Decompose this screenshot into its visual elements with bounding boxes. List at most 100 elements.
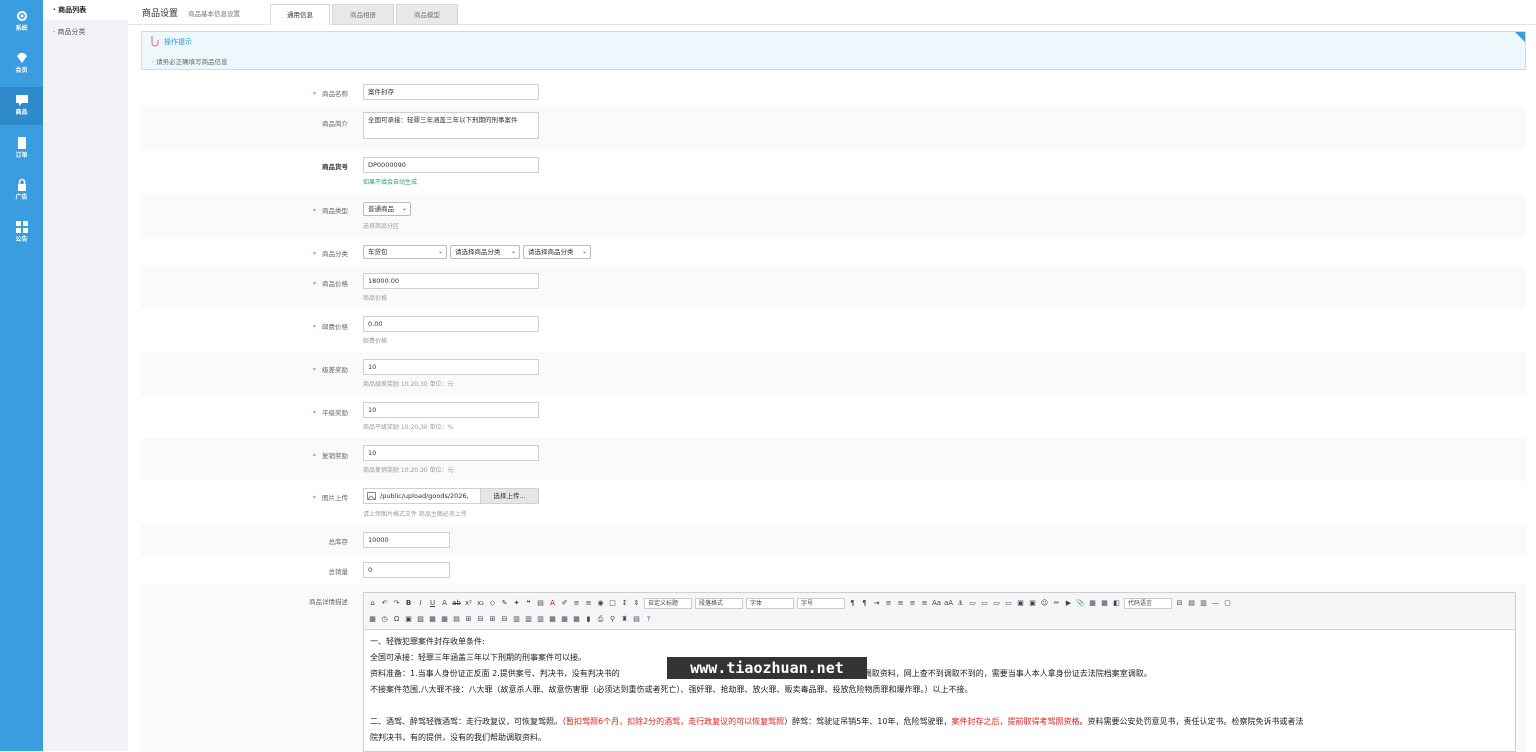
upload-button[interactable]: 选择上传... xyxy=(480,489,538,503)
border-icon[interactable]: A xyxy=(440,599,449,608)
rebuy-reward-input[interactable]: 10 xyxy=(363,445,539,461)
date-icon[interactable]: ▦ xyxy=(368,615,377,624)
underline-icon[interactable]: U xyxy=(428,599,437,608)
rtl-icon[interactable]: ¶ xyxy=(860,599,869,608)
map-icon[interactable]: ▦ xyxy=(1088,599,1097,608)
sku-input[interactable]: DP0000090 xyxy=(363,157,539,173)
edittip-icon[interactable]: ▧ xyxy=(416,615,425,624)
gmap-icon[interactable]: ▦ xyxy=(1100,599,1109,608)
nav-system[interactable]: 系统 xyxy=(0,3,43,41)
merge-down-icon[interactable]: ▥ xyxy=(536,615,545,624)
fullscreen-icon[interactable]: ▢ xyxy=(1223,599,1232,608)
help-icon[interactable]: ? xyxy=(644,615,653,624)
print-icon[interactable]: ⎙ xyxy=(596,615,605,624)
align-justify-icon[interactable]: ≡ xyxy=(920,599,929,608)
line-height-icon[interactable]: ⇕ xyxy=(632,599,641,608)
split-cells-icon[interactable]: ▦ xyxy=(548,615,557,624)
select-all-icon[interactable]: ◉ xyxy=(596,599,605,608)
delete-row-icon[interactable]: ⊟ xyxy=(476,615,485,624)
eraser-icon[interactable]: ◇ xyxy=(488,599,497,608)
insert-table-icon[interactable]: ▦ xyxy=(428,615,437,624)
wordimage-icon[interactable]: ▣ xyxy=(404,615,413,624)
page-break-icon[interactable]: ⊟ xyxy=(1175,599,1184,608)
submenu-goods-category[interactable]: · 商品分类 xyxy=(43,22,128,42)
split-cols-icon[interactable]: ▦ xyxy=(572,615,581,624)
align-left-icon[interactable]: ≡ xyxy=(884,599,893,608)
level-reward-input[interactable]: 10 xyxy=(363,359,539,375)
intro-textarea[interactable]: 全国可承接：轻罪三年涵盖三年以下刑期的刑事案件 xyxy=(363,112,539,139)
sales-input[interactable]: 0 xyxy=(363,562,450,578)
superscript-icon[interactable]: x² xyxy=(464,599,473,608)
code-language-select[interactable]: 代码语言 xyxy=(1124,597,1172,609)
special-chars-icon[interactable]: Ω xyxy=(392,615,401,624)
image-left-icon[interactable]: ▭ xyxy=(980,599,989,608)
ordered-list-icon[interactable]: ≡ xyxy=(572,599,581,608)
font-size-select[interactable]: 字号 xyxy=(797,597,845,609)
font-family-select[interactable]: 字体 xyxy=(746,597,794,609)
tab-model[interactable]: 商品模型 xyxy=(396,4,458,25)
background-icon[interactable]: ▥ xyxy=(1199,599,1208,608)
image-path-input[interactable]: /public/upload/goods/2026, 选择上传... xyxy=(363,488,539,504)
insert-frame-icon[interactable]: ◧ xyxy=(1112,599,1121,608)
name-input[interactable]: 案件封存 xyxy=(363,84,539,100)
image-right-icon[interactable]: ▭ xyxy=(992,599,1001,608)
redo-icon[interactable]: ↷ xyxy=(392,599,401,608)
search-replace-icon[interactable]: ♜ xyxy=(620,615,629,624)
align-center-icon[interactable]: ≡ xyxy=(896,599,905,608)
rich-text-editor[interactable]: ⌂ ↶ ↷ B I U A ab x² x₂ ◇ ✎ ✦ ❝ ▤ A ✐ ≡ ≡… xyxy=(363,592,1516,752)
anchor-icon[interactable]: ⚓ xyxy=(956,599,965,608)
flat-reward-input[interactable]: 10 xyxy=(363,402,539,418)
highlight-icon[interactable]: ✐ xyxy=(560,599,569,608)
split-rows-icon[interactable]: ▦ xyxy=(560,615,569,624)
nav-member[interactable]: 会员 xyxy=(0,45,43,83)
format-brush-icon[interactable]: ✎ xyxy=(500,599,509,608)
submenu-goods-list[interactable]: · 商品列表 xyxy=(43,0,128,20)
insert-image-icon[interactable]: ▣ xyxy=(1028,599,1037,608)
image-none-icon[interactable]: ▭ xyxy=(968,599,977,608)
align-right-icon[interactable]: ≡ xyxy=(908,599,917,608)
chart-icon[interactable]: ▮ xyxy=(584,615,593,624)
drafts-icon[interactable]: ▤ xyxy=(632,615,641,624)
strikethrough-icon[interactable]: ab xyxy=(452,599,461,608)
font-color-icon[interactable]: A xyxy=(548,599,557,608)
ltr-icon[interactable]: ¶ xyxy=(848,599,857,608)
price-input[interactable]: 18000.00 xyxy=(363,273,539,289)
insert-col-icon[interactable]: ⊞ xyxy=(488,615,497,624)
undo-icon[interactable]: ↶ xyxy=(380,599,389,608)
insert-paragraph-before-table-icon[interactable]: ▤ xyxy=(452,615,461,624)
insert-row-icon[interactable]: ⊞ xyxy=(464,615,473,624)
preview-icon[interactable]: ⚲ xyxy=(608,615,617,624)
nav-ads[interactable]: 广告 xyxy=(0,172,43,210)
lowercase-icon[interactable]: aA xyxy=(944,599,953,608)
simple-upload-icon[interactable]: ▣ xyxy=(1016,599,1025,608)
category-select-2[interactable]: 请选择商品分类 ⌄ xyxy=(450,245,520,259)
shipping-input[interactable]: 0.00 xyxy=(363,316,539,332)
bold-icon[interactable]: B xyxy=(404,599,413,608)
time-icon[interactable]: ◷ xyxy=(380,615,389,624)
image-center-icon[interactable]: ▭ xyxy=(1004,599,1013,608)
emotion-icon[interactable]: ☺ xyxy=(1040,599,1049,608)
delete-table-icon[interactable]: ▦ xyxy=(440,615,449,624)
stock-input[interactable]: 10000 xyxy=(363,532,450,548)
type-select[interactable]: 普通商品 ⌄ xyxy=(363,202,411,216)
blockquote-icon[interactable]: ❝ xyxy=(524,599,533,608)
template-icon[interactable]: ▤ xyxy=(1187,599,1196,608)
paste-plain-icon[interactable]: ▤ xyxy=(536,599,545,608)
custom-title-select[interactable]: 自定义标题 xyxy=(644,597,692,609)
scrawl-icon[interactable]: ✏ xyxy=(1052,599,1061,608)
merge-cells-icon[interactable]: ▥ xyxy=(512,615,521,624)
subscript-icon[interactable]: x₂ xyxy=(476,599,485,608)
row-spacing-icon[interactable]: ↕ xyxy=(620,599,629,608)
nav-order[interactable]: 订单 xyxy=(0,130,43,168)
italic-icon[interactable]: I xyxy=(416,599,425,608)
tab-album[interactable]: 商品相册 xyxy=(332,4,394,25)
attachment-icon[interactable]: 📎 xyxy=(1076,599,1085,608)
nav-notice[interactable]: 公告 xyxy=(0,214,43,252)
horizontal-rule-icon[interactable]: — xyxy=(1211,599,1220,608)
insert-video-icon[interactable]: ▶ xyxy=(1064,599,1073,608)
delete-col-icon[interactable]: ⊟ xyxy=(500,615,509,624)
autotype-icon[interactable]: ✦ xyxy=(512,599,521,608)
unordered-list-icon[interactable]: ≡ xyxy=(584,599,593,608)
merge-right-icon[interactable]: ▥ xyxy=(524,615,533,624)
editor-content[interactable]: 一、轻微犯罪案件封存收单条件: 全国可承接：轻罪三年涵盖三年以下刑期的刑事案件可… xyxy=(364,630,1515,750)
